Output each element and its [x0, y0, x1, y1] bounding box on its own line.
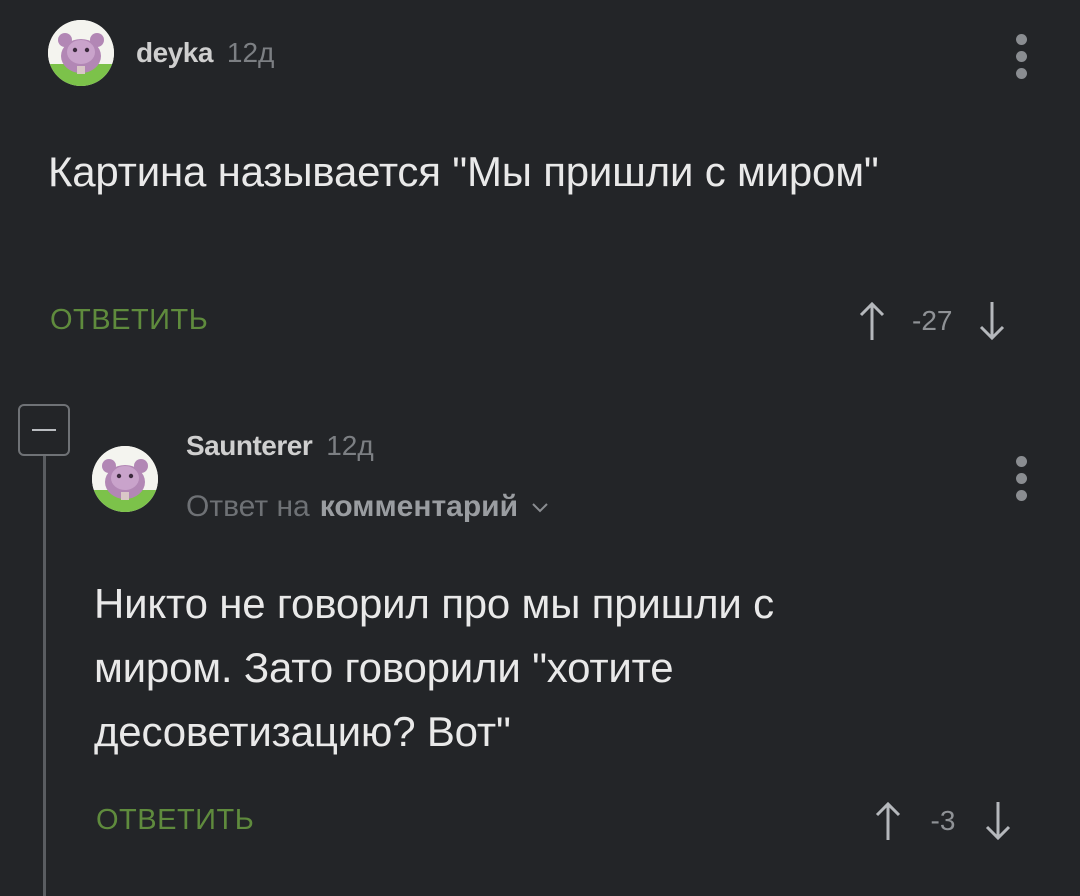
comment-header: deyka 12д: [48, 20, 274, 86]
avatar[interactable]: [48, 20, 114, 86]
comment-text: Картина называется "Мы пришли с миром": [48, 148, 879, 195]
arrow-down-icon[interactable]: [978, 796, 1018, 846]
chevron-down-icon[interactable]: [530, 500, 550, 514]
arrow-up-icon[interactable]: [852, 296, 892, 346]
reply-to-link[interactable]: комментарий: [320, 490, 518, 524]
reply-button[interactable]: ОТВЕТИТЬ: [50, 304, 208, 337]
username[interactable]: deyka: [136, 37, 213, 69]
vote-score: -27: [912, 305, 953, 336]
comment-text: Никто не говорил про мы пришли с миром. …: [94, 580, 774, 755]
vote-score: -3: [930, 805, 956, 836]
comment-time: 12д: [326, 430, 374, 461]
hamster-avatar-icon: [92, 446, 158, 512]
reply-button[interactable]: ОТВЕТИТЬ: [96, 804, 254, 837]
hamster-avatar-icon: [48, 20, 114, 86]
vote-controls: -3: [868, 796, 1018, 846]
username[interactable]: Saunterer: [186, 430, 313, 462]
comment-2: Saunterer 12д Ответ на комментарий Никто…: [0, 400, 1080, 885]
arrow-down-icon[interactable]: [972, 296, 1012, 346]
reply-to-info[interactable]: Ответ на комментарий: [186, 490, 550, 524]
reply-to-prefix: Ответ на: [186, 490, 310, 523]
comment-1: deyka 12д Картина называется "Мы пришли …: [0, 0, 1080, 380]
comment-header: Saunterer 12д: [186, 430, 374, 462]
kebab-menu-icon[interactable]: [1014, 456, 1028, 507]
kebab-menu-icon[interactable]: [1014, 34, 1028, 85]
avatar[interactable]: [92, 446, 158, 512]
vote-controls: -27: [852, 296, 1012, 346]
comment-time: 12д: [226, 37, 275, 68]
arrow-up-icon[interactable]: [868, 796, 908, 846]
